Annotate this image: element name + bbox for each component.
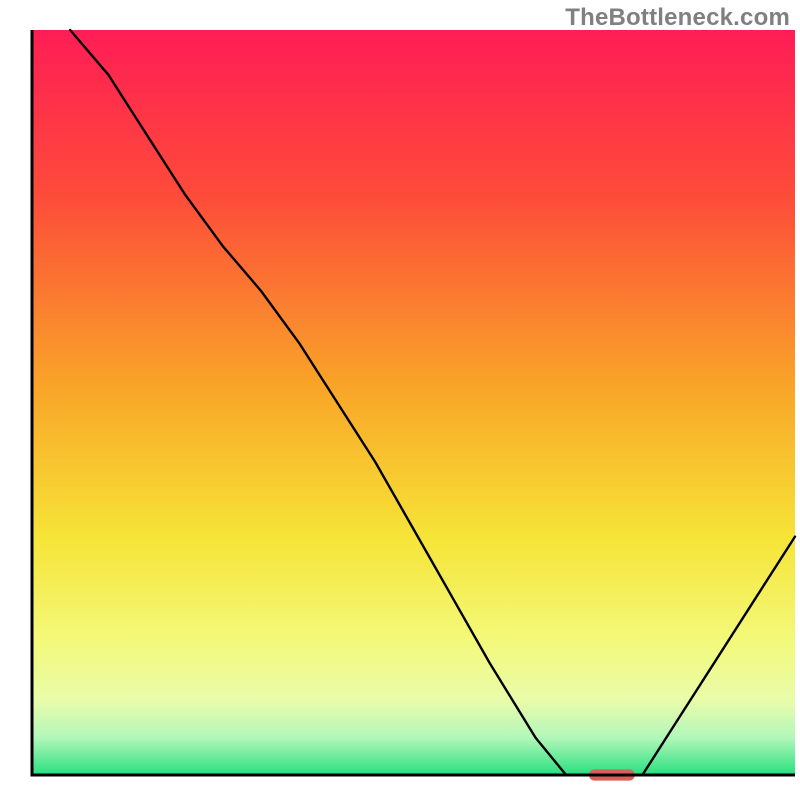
chart-svg xyxy=(0,0,800,800)
gradient-background xyxy=(32,30,795,775)
watermark-text: TheBottleneck.com xyxy=(565,4,790,32)
chart-canvas: TheBottleneck.com xyxy=(0,0,800,800)
